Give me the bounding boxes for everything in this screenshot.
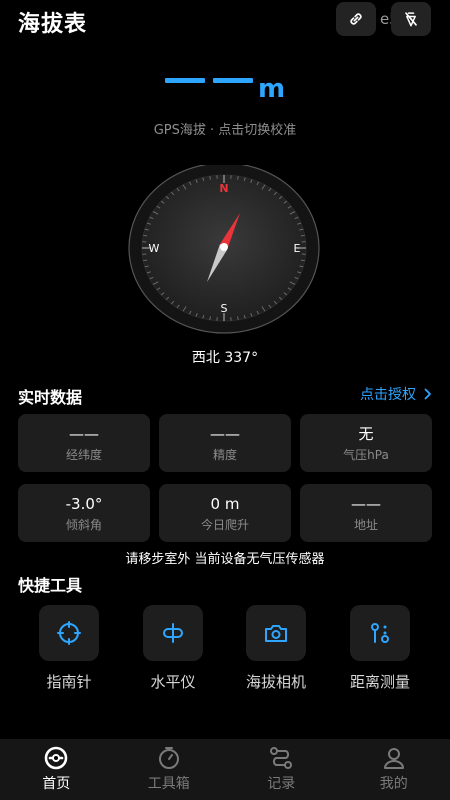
- link-icon: [350, 13, 362, 25]
- nav-home[interactable]: 首页: [0, 739, 113, 800]
- compass-tick: [300, 259, 305, 262]
- pressure-card[interactable]: 无 气压hPa: [300, 414, 432, 472]
- accuracy-card[interactable]: —— 精度: [159, 414, 291, 472]
- compass-west-label: W: [149, 242, 160, 255]
- tool-level[interactable]: 水平仪: [133, 605, 213, 692]
- compass-tick: [237, 316, 239, 320]
- card-value: -3.0°: [65, 494, 103, 513]
- tool-level-tile: [143, 605, 203, 661]
- sensor-notice: 请移步室外 当前设备无气压传感器: [125, 552, 325, 567]
- card-value: 0 m: [210, 494, 240, 513]
- tool-compass[interactable]: 指南针: [29, 605, 109, 692]
- card-label: 倾斜角: [65, 517, 102, 532]
- altitude-unit: m: [258, 74, 286, 104]
- card-label: 气压hPa: [343, 447, 389, 462]
- daily-climb-card[interactable]: 0 m 今日爬升: [159, 484, 291, 542]
- card-label: 今日爬升: [200, 517, 249, 532]
- crosshair-icon: [57, 621, 81, 645]
- nav-label: 工具箱: [147, 776, 190, 792]
- card-value: ——: [69, 424, 99, 443]
- tool-label: 指南针: [46, 673, 92, 691]
- chevron-right-icon: [424, 388, 431, 400]
- nav-records[interactable]: 记录: [225, 739, 338, 800]
- nav-label: 我的: [379, 776, 408, 792]
- card-value: 无: [358, 424, 374, 443]
- record-icon: [270, 747, 293, 769]
- nav-profile[interactable]: 我的: [338, 739, 450, 800]
- tool-label: 海拔相机: [245, 673, 306, 691]
- tilt-angle-card[interactable]: -3.0° 倾斜角: [18, 484, 150, 542]
- authorize-link[interactable]: 点击授权: [360, 384, 432, 404]
- tool-label: 距离测量: [349, 673, 410, 691]
- nav-toolbox[interactable]: 工具箱: [113, 739, 226, 800]
- card-value: ——: [351, 494, 381, 513]
- compass-north-label: N: [219, 182, 228, 195]
- card-value: ——: [210, 424, 240, 443]
- compass-east-label: E: [294, 242, 301, 255]
- authorize-label: 点击授权: [360, 387, 416, 403]
- location-off-button[interactable]: [391, 2, 431, 36]
- coordinates-card[interactable]: —— 经纬度: [18, 414, 150, 472]
- nav-label: 首页: [42, 776, 71, 792]
- bottom-nav: 首页 工具箱 记录 我的: [0, 739, 450, 800]
- realtime-data-grid: —— 经纬度 —— 精度 无 气压hPa -3.0° 倾斜角 0 m 今日爬升 …: [18, 414, 432, 542]
- tool-compass-tile: [39, 605, 99, 661]
- compass-dial: N S E W: [128, 165, 320, 334]
- tool-distance-tile: [350, 605, 410, 661]
- tools-section-title: 快捷工具: [18, 576, 83, 595]
- page-title: 海拔表: [18, 12, 88, 37]
- compass-heading: 西北 337°: [191, 350, 259, 366]
- camera-icon: [265, 625, 287, 642]
- location-off-icon: [405, 12, 417, 27]
- toolbox-icon: [158, 747, 179, 769]
- tool-camera-tile: [246, 605, 306, 661]
- compass-tick: [209, 316, 211, 320]
- address-card[interactable]: —— 地址: [300, 484, 432, 542]
- compass-tick: [300, 234, 305, 237]
- compass-tick: [143, 234, 148, 237]
- rotate-button[interactable]: [336, 2, 376, 36]
- card-label: 精度: [212, 447, 237, 462]
- altitude-value[interactable]: ——: [165, 78, 255, 84]
- level-icon: [163, 623, 183, 643]
- tool-altitude-camera[interactable]: 海拔相机: [236, 605, 316, 692]
- realtime-section-title: 实时数据: [18, 388, 83, 407]
- card-label: 经纬度: [65, 447, 102, 462]
- tool-distance-measure[interactable]: 距离测量: [340, 605, 420, 692]
- tool-label: 水平仪: [150, 673, 196, 691]
- home-icon: [44, 746, 68, 770]
- gps-calibrate-hint[interactable]: GPS海拔 · 点击切换校准: [0, 119, 450, 138]
- compass-tick: [143, 259, 148, 262]
- nav-label: 记录: [267, 776, 296, 792]
- compass-tick: [209, 176, 211, 180]
- card-label: 地址: [353, 517, 378, 532]
- profile-icon: [383, 748, 404, 769]
- distance-icon: [371, 623, 389, 643]
- compass-south-label: S: [221, 302, 228, 315]
- compass-tick: [237, 176, 239, 180]
